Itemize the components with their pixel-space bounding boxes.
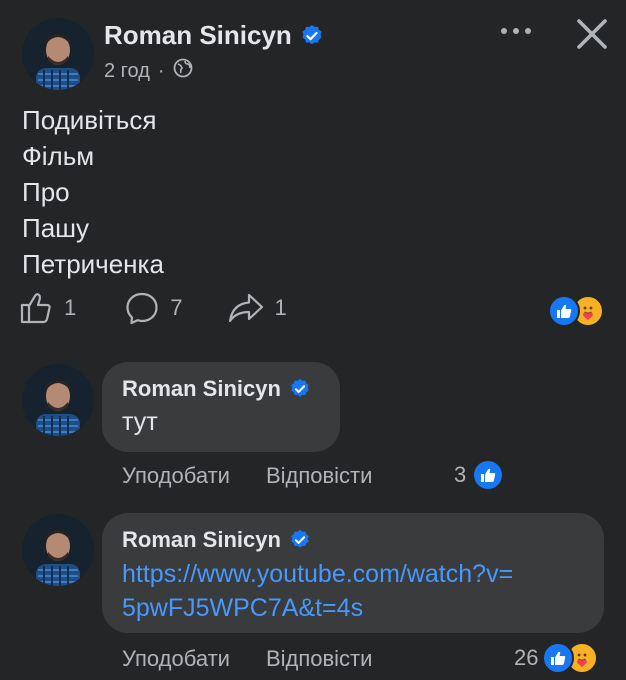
like-reaction-icon [472, 459, 505, 491]
link-line: 5pwFJ5WPC7A&t=4s [122, 594, 364, 622]
post-action-bar: 1 7 1 [18, 290, 287, 326]
comment-reaction-count: 3 [454, 462, 467, 487]
share-arrow-icon [228, 293, 263, 323]
comment-reaction-count: 26 [514, 645, 539, 670]
verified-badge-icon [300, 24, 324, 48]
post-line: Про [22, 177, 70, 207]
thumbs-up-icon [20, 293, 51, 324]
close-button[interactable] [572, 14, 612, 54]
comment-bubble: Roman Sinicyn тут [102, 362, 340, 452]
comment-avatar[interactable] [22, 364, 94, 436]
comment-bubble-icon [126, 292, 158, 325]
more-dots-icon [501, 28, 531, 34]
globe-icon [173, 58, 193, 84]
like-count: 1 [64, 295, 77, 320]
verified-badge-icon [289, 378, 311, 400]
comment-author-name[interactable]: Roman Sinicyn [122, 376, 281, 402]
comment-reactions[interactable]: 3 [454, 459, 505, 491]
post-timestamp[interactable]: 2 год [104, 60, 150, 83]
comment-author-name[interactable]: Roman Sinicyn [122, 527, 281, 553]
comment-button[interactable]: 7 [124, 290, 183, 326]
post-line: Подивіться [22, 105, 157, 135]
post-line: Пашу [22, 213, 90, 243]
like-reaction-icon [548, 295, 580, 327]
comment-avatar[interactable] [22, 514, 94, 586]
comment-like-button[interactable]: Уподобати [122, 646, 230, 672]
verified-badge-icon [289, 529, 311, 551]
post-text: Подивіться Фільм Про Пашу Петриченка [22, 102, 164, 282]
close-icon [577, 19, 607, 49]
share-count: 1 [274, 295, 287, 320]
comment-like-button[interactable]: Уподобати [122, 463, 230, 489]
comment-reply-button[interactable]: Відповісти [266, 463, 373, 489]
like-button[interactable]: 1 [18, 290, 76, 326]
meta-separator: · [157, 59, 165, 82]
post-line: Фільм [22, 141, 95, 171]
share-button[interactable]: 1 [227, 290, 287, 326]
youtube-link[interactable]: https://www.youtube.com/watch?v= 5pwFJ5W… [122, 557, 584, 625]
comment-reactions[interactable]: 26 [514, 642, 599, 674]
post-reactions[interactable] [548, 295, 604, 327]
post-author-avatar[interactable] [22, 18, 94, 90]
comment-text: тут [122, 408, 158, 436]
comment-count: 7 [170, 295, 183, 320]
post-author-name[interactable]: Roman Sinicyn [104, 20, 292, 51]
comment-bubble: Roman Sinicyn https://www.youtube.com/wa… [102, 513, 604, 633]
post-line: Петриченка [22, 249, 164, 279]
link-line: https://www.youtube.com/watch?v= [122, 560, 514, 588]
more-options-button[interactable] [494, 16, 538, 46]
comment-reply-button[interactable]: Відповісти [266, 646, 373, 672]
